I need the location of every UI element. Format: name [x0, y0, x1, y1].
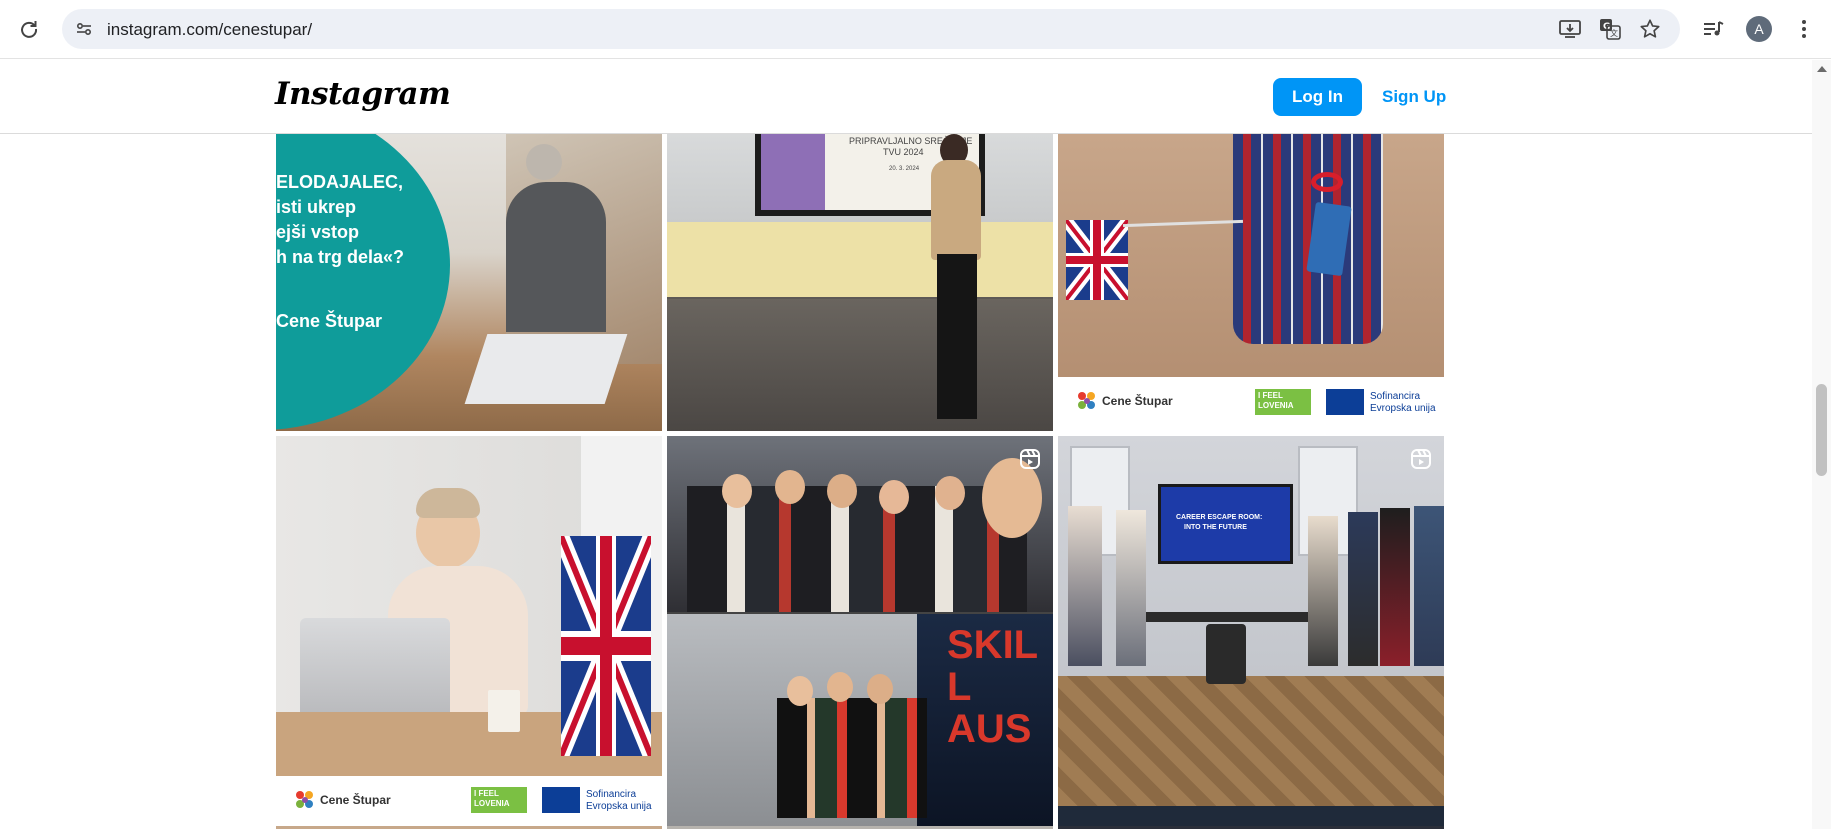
scroll-thumb[interactable]: [1816, 384, 1827, 476]
post-image-chair: [1206, 624, 1246, 684]
skills-sign: SKILL AUS: [947, 623, 1039, 751]
post-image-face: [879, 480, 909, 514]
post-image-person: [1348, 512, 1378, 666]
reload-icon[interactable]: [16, 16, 42, 42]
post-brand: Cene Štupar: [320, 793, 391, 807]
eu-text: Sofinancira: [586, 789, 637, 800]
badge-text: I FEEL: [1258, 391, 1283, 400]
url-text[interactable]: instagram.com/cenestupar/: [107, 20, 312, 40]
bookmark-star-icon[interactable]: [1638, 17, 1662, 41]
post-brand: Cene Štupar: [276, 311, 383, 331]
post-image-headphones: [1311, 172, 1343, 192]
slide-subtitle: TVU 2024: [883, 147, 924, 157]
post-image-person: [1380, 508, 1410, 666]
post-image-table: [1138, 612, 1318, 622]
cene-logo-icon: [296, 791, 313, 808]
site-info-icon[interactable]: [70, 15, 98, 43]
screen-text: INTO THE FUTURE: [1184, 524, 1247, 531]
install-app-icon[interactable]: [1558, 17, 1582, 41]
post-image-cup: [488, 690, 520, 732]
page-scrollbar[interactable]: [1812, 60, 1831, 829]
post-image-blouse: [931, 160, 981, 260]
post-tile[interactable]: SKILL AUS: [667, 436, 1053, 828]
post-image-face: [982, 458, 1042, 538]
post-image-head: [526, 144, 562, 180]
menu-kebab-icon[interactable]: [1791, 16, 1817, 42]
post-image-face: [775, 470, 805, 504]
svg-text:文: 文: [1610, 28, 1618, 38]
post-image-laptop: [464, 334, 628, 404]
post-text-line: ejši vstop: [276, 222, 360, 242]
post-image-face: [935, 476, 965, 510]
uk-flag: [553, 532, 659, 760]
eu-text: Evropska unija: [586, 801, 652, 812]
browser-toolbar: instagram.com/cenestupar/ G文 A: [0, 0, 1831, 59]
posts-grid: ELODAJALEC, isti ukrep ejši vstop h na t…: [276, 134, 1445, 829]
post-tile[interactable]: Cene Štupar I FEEL LOVENIA Sofinancira E…: [1058, 134, 1444, 431]
login-button[interactable]: Log In: [1273, 78, 1362, 116]
eu-text: Evropska unija: [1370, 403, 1436, 414]
screen-text: CAREER ESCAPE ROOM:: [1176, 514, 1263, 521]
post-text-line: ELODAJALEC,: [276, 172, 404, 192]
post-image-face: [827, 672, 853, 702]
eu-flag: [542, 787, 580, 813]
reel-icon: [1411, 449, 1431, 469]
post-image-laptop: [300, 618, 450, 716]
instagram-header: Instagram Log In Sign Up: [0, 60, 1812, 134]
post-image-floor: [667, 299, 1053, 431]
post-image-face: [827, 474, 857, 508]
scroll-up-arrow-icon[interactable]: [1817, 66, 1827, 72]
post-text-line: isti ukrep: [276, 197, 357, 217]
post-image-shirt: [1233, 134, 1383, 344]
profile-avatar[interactable]: A: [1746, 16, 1772, 42]
post-image-hair: [416, 488, 480, 518]
post-brand: Cene Štupar: [1102, 394, 1173, 408]
post-image-person: [1414, 506, 1444, 666]
signup-link[interactable]: Sign Up: [1382, 87, 1446, 107]
address-bar[interactable]: instagram.com/cenestupar/ G文: [62, 9, 1680, 49]
post-image-person: [1068, 506, 1102, 666]
post-image-person: [1308, 516, 1338, 666]
reel-icon: [1020, 449, 1040, 469]
post-image-face: [722, 474, 752, 508]
post-image-group: [777, 698, 927, 818]
post-image-face: [787, 676, 813, 706]
post-image-floor: [1058, 676, 1444, 806]
eu-flag: [1326, 389, 1364, 415]
post-tile[interactable]: CAREER ESCAPE ROOM: INTO THE FUTURE: [1058, 436, 1444, 828]
translate-icon[interactable]: G文: [1598, 17, 1622, 41]
instagram-logo[interactable]: Instagram: [275, 76, 451, 112]
post-tile[interactable]: ELODAJALEC, isti ukrep ejši vstop h na t…: [276, 134, 662, 431]
slide-date: 20. 3. 2024: [889, 166, 920, 172]
cene-logo-icon: [1078, 392, 1095, 409]
badge-text: LOVENIA: [474, 799, 510, 808]
badge-text: LOVENIA: [1258, 401, 1294, 410]
post-image-desks: [667, 222, 1053, 297]
post-tile[interactable]: Cene Štupar I FEEL LOVENIA Sofinancira E…: [276, 436, 662, 828]
post-image-person: [1116, 510, 1146, 666]
post-image-bottom-bar: [1058, 806, 1444, 828]
post-image-trousers: [937, 254, 977, 419]
eu-text: Sofinancira: [1370, 391, 1421, 402]
post-image-suit: [506, 182, 606, 332]
post-image-flowers: [761, 134, 825, 210]
uk-flag: [1061, 216, 1133, 304]
post-text-line: h na trg dela«?: [276, 247, 405, 267]
badge-text: I FEEL: [474, 789, 499, 798]
post-tile[interactable]: PRIPRAVLJALNO SREČANJE TVU 2024 20. 3. 2…: [667, 134, 1053, 431]
post-image-face: [867, 674, 893, 704]
media-controls-icon[interactable]: [1700, 16, 1726, 42]
